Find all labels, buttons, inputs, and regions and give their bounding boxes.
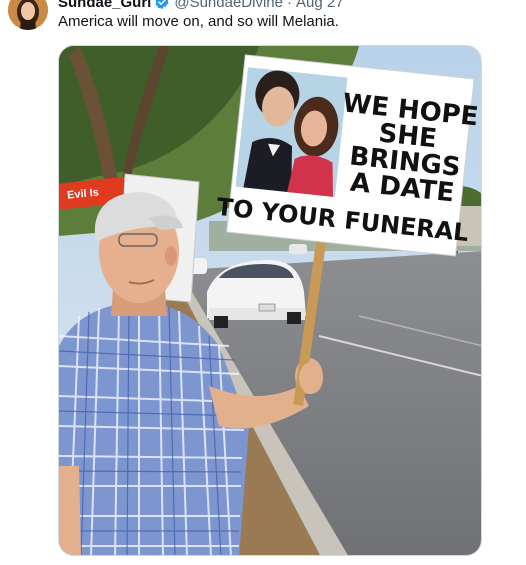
handle[interactable]: @SundaeDivine	[174, 0, 283, 11]
display-name[interactable]: Sundae_Gurl	[58, 0, 151, 11]
avatar[interactable]	[8, 0, 48, 30]
tweet-text: America will move on, and so will Melani…	[58, 13, 339, 30]
separator-dot: ·	[287, 0, 292, 11]
tweet-photo[interactable]: Evil Is WE HOPE SHE BRINGS A DATE TO YOU…	[58, 45, 482, 556]
tweet-header: Sundae_Gurl @SundaeDivine · Aug 27	[58, 0, 344, 12]
verified-badge-icon	[154, 0, 170, 10]
post-date[interactable]: Aug 27	[296, 0, 344, 11]
